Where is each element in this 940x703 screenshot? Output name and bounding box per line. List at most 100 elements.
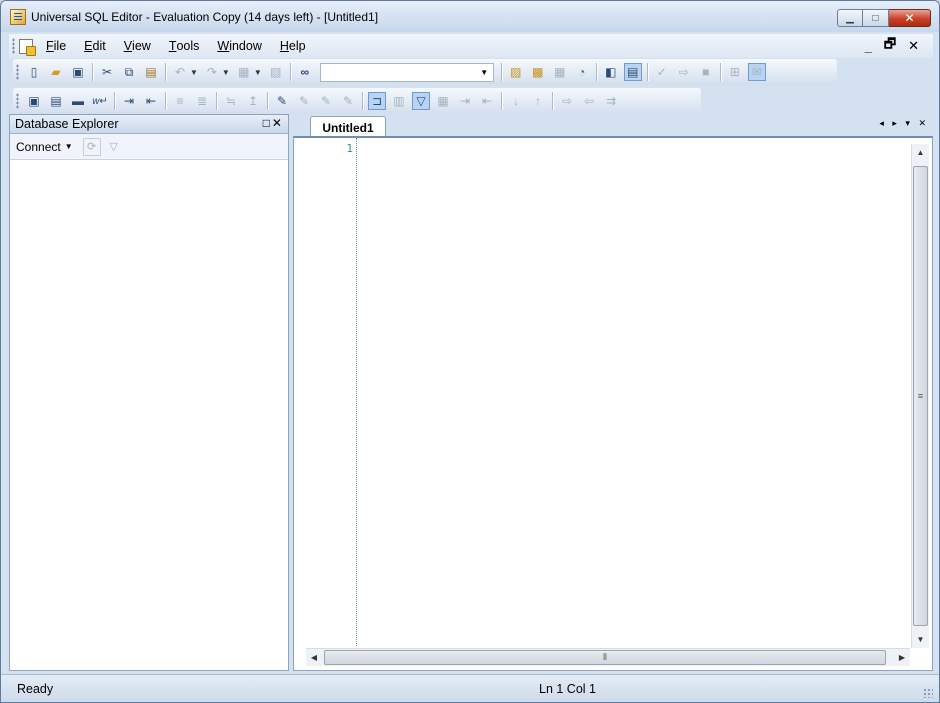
comment-icon[interactable]: ≡ [171,92,189,110]
copy-icon[interactable]: ⧉ [120,63,138,81]
menu-view[interactable]: View [115,34,160,58]
scroll-up-icon[interactable]: ▲ [912,144,929,161]
vertical-scroll-thumb[interactable]: ≡ [913,166,928,626]
insert-row-icon[interactable]: ⇥ [456,92,474,110]
sql-check-icon[interactable]: ✓ [653,63,671,81]
uncomment-icon[interactable]: ≣ [193,92,211,110]
scroll-right-icon[interactable]: ▶ [894,649,910,666]
menu-file[interactable]: File [37,34,75,58]
import-icon[interactable]: ⇦ [580,92,598,110]
lowercase-icon[interactable]: ≒ [222,92,240,110]
paste-icon[interactable]: ▤ [142,63,160,81]
toolbar-separator [719,63,721,81]
undo-dropdown-icon[interactable]: ▼ [190,68,198,77]
email-icon[interactable]: ✉ [747,63,766,81]
connection-icon[interactable]: ▨ [507,63,525,81]
app-window: Universal SQL Editor - Evaluation Copy (… [0,0,940,703]
stop-icon[interactable]: ■ [697,63,715,81]
horizontal-scrollbar[interactable]: ◀ ⦀ ▶ [306,648,910,666]
execute-icon[interactable]: ◧ [602,63,620,81]
undo-icon[interactable]: ↶ [171,63,189,81]
ruler-icon[interactable]: ▬ [69,92,87,110]
outdent-icon[interactable]: ⇤ [142,92,160,110]
close-button[interactable]: ✕ [889,9,931,27]
database-icon[interactable]: ▩ [529,63,547,81]
panel-controls[interactable]: □✕ [263,116,284,130]
open-folder-icon[interactable]: ▰ [47,63,65,81]
format-icon[interactable]: ▤ [47,92,65,110]
connect-dropdown-icon[interactable]: ▼ [65,142,73,151]
tab-untitled1[interactable]: Untitled1 [310,116,386,138]
sql-editor[interactable]: 1 ▲ ≡ ▼ ◀ ⦀ ▶ [293,136,933,671]
refresh-icon[interactable]: ⟳ [82,137,101,156]
toolbar-separator [216,92,217,110]
mdi-minimize-button[interactable]: _ [865,39,872,54]
table-icon[interactable]: ▦ [434,92,452,110]
chevron-down-icon[interactable]: ▼ [478,66,491,79]
title-bar[interactable]: Universal SQL Editor - Evaluation Copy (… [1,1,939,32]
explain-plan-icon[interactable]: ⊞ [726,63,744,81]
uppercase-icon[interactable]: ↥ [244,92,262,110]
word-wrap-icon[interactable]: w↵ [91,92,109,110]
toolbar-grip[interactable] [16,93,19,109]
bookmark-prev-icon[interactable]: ✎ [317,92,335,110]
window-title: Universal SQL Editor - Evaluation Copy (… [31,9,379,24]
toolbar-separator [289,63,291,81]
toolbar-grip[interactable] [16,64,19,80]
delete-row-icon[interactable]: ⇤ [478,92,496,110]
mdi-close-button[interactable]: ✕ [908,38,919,54]
history-icon[interactable]: ▦ [235,63,253,81]
indent-icon[interactable]: ⇥ [120,92,138,110]
history-dropdown-icon[interactable]: ▼ [254,68,262,77]
bookmark-clear-icon[interactable]: ✎ [339,92,357,110]
menu-tools[interactable]: Tools [160,34,209,58]
mdi-controls: _ 🗗 ✕ [865,34,919,58]
edit-toolbar: ▣ ▤ ▬ w↵ ⇥ ⇤ ≡ ≣ ≒ ↥ ✎ ✎ ✎ ✎ ⊐ ▥ ▽ ▦ ⇥ ⇤… [13,88,701,114]
scroll-down-icon[interactable]: ▼ [912,631,929,648]
toolbar-separator [595,63,597,81]
resize-grip-icon[interactable] [923,688,933,698]
filter-icon[interactable]: ▽ [105,138,123,156]
sort-ascending-icon[interactable]: ↓ [507,92,525,110]
mdi-restore-button[interactable]: 🗗 [884,35,896,57]
horizontal-scroll-thumb[interactable]: ⦀ [324,650,886,665]
grid-icon[interactable]: ▦ [551,63,569,81]
save-icon[interactable]: ▣ [69,63,87,81]
line-number: 1 [346,142,353,155]
maximize-button[interactable]: □ [863,9,889,27]
select-all-icon[interactable]: ▣ [25,92,43,110]
minimize-button[interactable]: ▁ [837,9,863,27]
find-binoculars-icon[interactable]: ∞ [296,63,314,81]
menu-edit[interactable]: Edit [75,34,115,58]
filter-icon[interactable]: ▽ [412,92,430,110]
scroll-left-icon[interactable]: ◀ [306,649,322,666]
results-pane-icon[interactable]: ▤ [623,63,642,81]
vertical-scrollbar[interactable]: ▲ ≡ ▼ [911,144,929,648]
status-text: Ready [17,681,54,696]
cut-icon[interactable]: ✂ [98,63,116,81]
redo-icon[interactable]: ↷ [203,63,221,81]
toolbar-separator [92,63,93,81]
redo-dropdown-icon[interactable]: ▼ [222,68,230,77]
refresh-clock-icon[interactable]: ◔ [573,63,591,81]
columns-icon[interactable]: ▥ [390,92,408,110]
clipboard-icon[interactable]: ▧ [267,63,285,81]
main-toolbar: ▯ ▰ ▣ ✂ ⧉ ▤ ↶ ▼ ↷ ▼ ▦ ▼ ▧ ∞ ▼ ▨ ▩ ▦ ◔ ◧ ▤ ✓… [13,59,837,85]
sort-descending-icon[interactable]: ↑ [529,92,547,110]
menu-grip[interactable] [12,38,15,54]
print-icon[interactable]: ⇉ [602,92,620,110]
bookmark-next-icon[interactable]: ✎ [295,92,313,110]
bookmark-icon[interactable]: ✎ [273,92,291,110]
menu-help[interactable]: Help [271,34,315,58]
menu-window[interactable]: Window [208,34,270,58]
database-explorer-panel: Database Explorer □✕ Connect ▼ ⟳ ▽ [9,114,289,671]
export-icon[interactable]: ⇨ [558,92,576,110]
new-file-icon[interactable]: ▯ [25,63,43,81]
cursor-position: Ln 1 Col 1 [539,681,596,696]
connect-button[interactable]: Connect [16,140,61,154]
output-pane-icon[interactable]: ⊐ [368,92,386,110]
run-icon[interactable]: ⇨ [675,63,693,81]
tab-navigation[interactable]: ◂ ▸ ▾ ✕ [879,118,929,129]
database-explorer-header[interactable]: Database Explorer □✕ [10,115,288,134]
search-combo[interactable]: ▼ [319,62,494,82]
